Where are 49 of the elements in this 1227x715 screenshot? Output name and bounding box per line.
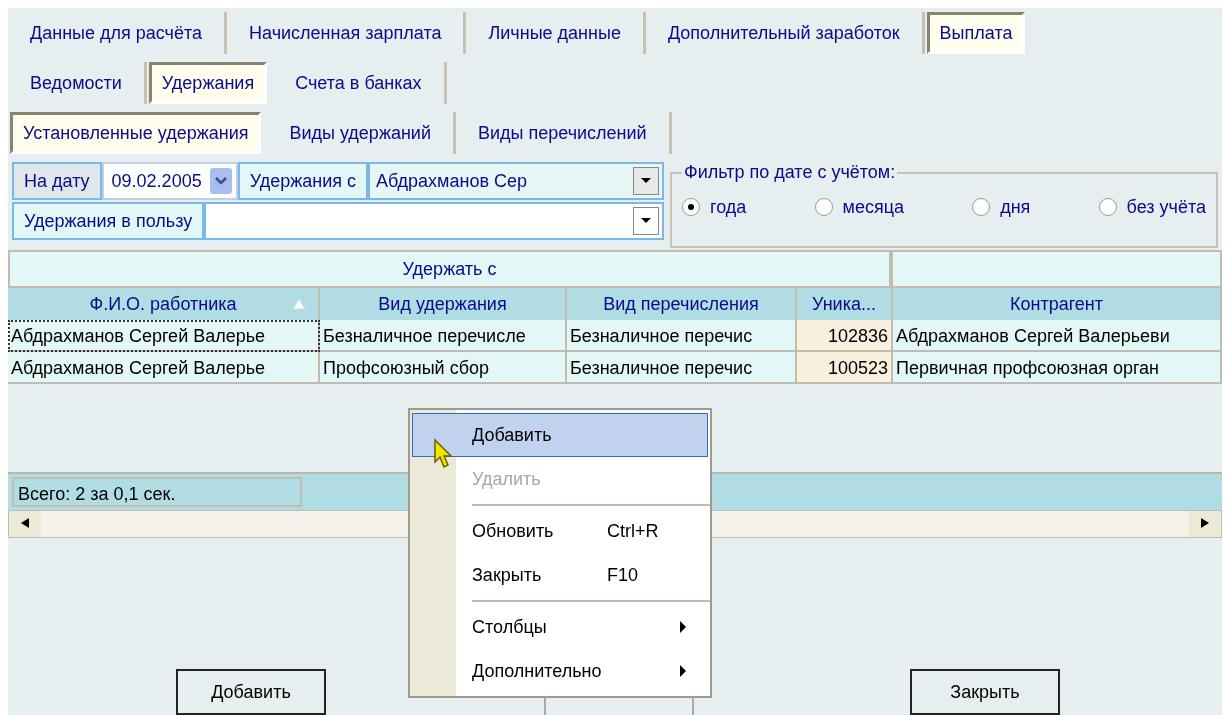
table-cell: Абдрахманов Сергей Валерьеви <box>893 320 1222 352</box>
tab[interactable]: Ведомости <box>8 62 147 104</box>
radio-option[interactable]: месяца <box>814 196 904 218</box>
menu-item[interactable]: Закрыть F10 <box>412 553 708 597</box>
date-field[interactable]: 09.02.2005 <box>101 162 238 200</box>
radio-option[interactable]: дня <box>972 196 1031 218</box>
radio-option[interactable]: без учёта <box>1098 196 1206 218</box>
tab[interactable]: Данные для расчёта <box>8 12 228 54</box>
table-cell: Абдрахманов Сергей Валерье <box>8 352 320 384</box>
chevron-down-icon[interactable] <box>209 168 232 194</box>
menu-item[interactable]: Дополнительно <box>412 649 708 693</box>
employee-dropdown[interactable]: Абдрахманов Сер <box>368 162 664 200</box>
tab[interactable]: Виды перечислений <box>456 112 672 154</box>
radio-option[interactable]: года <box>682 196 747 218</box>
column-header[interactable]: Ф.И.О. работника <box>8 288 320 320</box>
date-label: На дату <box>12 162 102 200</box>
table-cell: Абдрахманов Сергей Валерье <box>8 320 320 352</box>
field-label: Удержания с <box>237 162 369 200</box>
tab[interactable]: Выплата <box>926 12 1026 54</box>
table-cell: Безналичное перечисле <box>320 320 567 352</box>
table-cell: Безналичное перечис <box>567 320 797 352</box>
tab[interactable]: Начисленная зарплата <box>227 12 467 54</box>
submenu-arrow-icon <box>679 620 687 634</box>
field-label: Удержания в пользу <box>12 202 205 240</box>
tab[interactable]: Личные данные <box>466 12 646 54</box>
menu-item[interactable]: Столбцы <box>412 605 708 649</box>
add-button[interactable]: Добавить <box>176 669 326 715</box>
group-title: Фильтр по дате с учётом: <box>683 162 897 183</box>
tab[interactable]: Счета в банках <box>273 62 447 104</box>
column-header[interactable]: Вид перечисления <box>567 288 797 320</box>
column-header[interactable]: Контрагент <box>893 288 1222 320</box>
mouse-pointer-icon <box>433 438 455 470</box>
menu-item[interactable]: Добавить <box>412 413 708 457</box>
column-header[interactable]: Вид удержания <box>320 288 567 320</box>
table-cell: Профсоюзный сбор <box>320 352 567 384</box>
tab[interactable]: Виды удержаний <box>267 112 456 154</box>
table-cell: 102836 <box>797 320 893 352</box>
status-text: Всего: 2 за 0,1 сек. <box>12 477 302 507</box>
tab[interactable]: Дополнительный заработок <box>645 12 925 54</box>
tab[interactable]: Установленные удержания <box>10 112 262 154</box>
close-button[interactable]: Закрыть <box>910 669 1060 715</box>
table-cell: 100523 <box>797 352 893 384</box>
menu-item[interactable]: Обновить Ctrl+R <box>412 509 708 553</box>
table-cell: Безналичное перечис <box>567 352 797 384</box>
column-header[interactable]: Уника... <box>797 288 893 320</box>
submenu-arrow-icon <box>679 664 687 678</box>
column-group-header: Удержать с <box>8 250 893 288</box>
table-cell: Первичная профсоюзная орган <box>893 352 1222 384</box>
tab[interactable]: Удержания <box>148 62 268 104</box>
